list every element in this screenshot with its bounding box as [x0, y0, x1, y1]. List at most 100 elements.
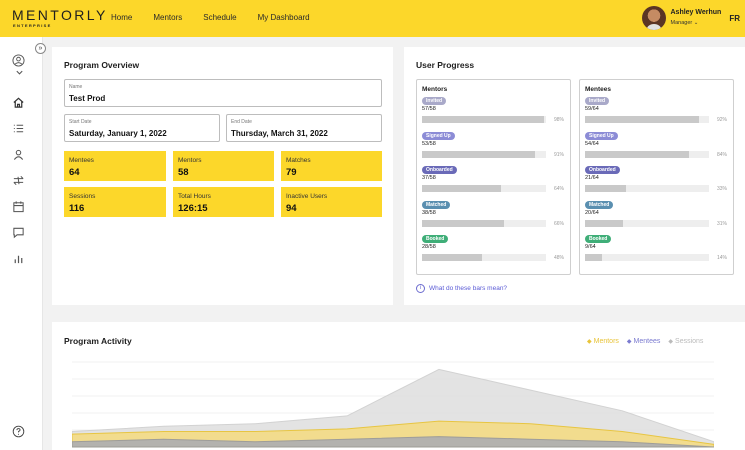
home-icon[interactable]: [12, 96, 25, 109]
program-overview-card: Program Overview Name Test Prod Start Da…: [52, 47, 393, 305]
progress-percent: 92%: [716, 117, 727, 123]
mentees-progress-box: Mentees Invited 59/64 92% Signed Up 54/64 84%…: [579, 79, 734, 275]
progress-bar: [422, 185, 546, 192]
progress-bar: [585, 116, 709, 123]
progress-bar: [422, 219, 546, 227]
avatar[interactable]: [641, 6, 666, 30]
status-badge: Booked: [585, 235, 612, 243]
nav-mentors[interactable]: Mentors: [153, 13, 182, 22]
status-badge: Matched: [422, 200, 451, 209]
progress-percent: 91%: [553, 151, 564, 158]
bar-chart-icon[interactable]: [12, 252, 25, 265]
progress-percent: 33%: [716, 186, 727, 192]
person-icon[interactable]: [12, 148, 25, 161]
legend-mentees[interactable]: Mentees: [634, 338, 661, 345]
brand-tagline: ENTERPRISE: [13, 23, 52, 28]
field-label: End Date: [231, 119, 252, 125]
progress-bar: [585, 219, 709, 227]
field-value: Test Prod: [69, 94, 106, 103]
progress-percent: 31%: [716, 220, 727, 227]
stat-value: 126:15: [178, 203, 208, 214]
stat-inactive-users: Inactive Users 94: [281, 187, 382, 217]
progress-ratio: 28/58: [422, 244, 436, 250]
field-value: Thursday, March 31, 2022: [231, 129, 328, 138]
chat-icon[interactable]: [12, 226, 25, 239]
sidebar: »: [0, 37, 46, 450]
program-name-field[interactable]: Name Test Prod: [64, 79, 382, 107]
status-badge: Invited: [422, 97, 447, 105]
field-value: Saturday, January 1, 2022: [69, 129, 167, 138]
stat-label: Mentees: [69, 157, 94, 164]
user-circle-icon[interactable]: [12, 54, 25, 67]
stat-label: Inactive Users: [286, 193, 328, 200]
user-progress-title: User Progress: [416, 60, 475, 70]
progress-bar-fill: [422, 116, 544, 123]
mentors-progress-title: Mentors: [422, 86, 448, 93]
progress-percent: 84%: [716, 151, 727, 158]
end-date-field[interactable]: End Date Thursday, March 31, 2022: [226, 114, 382, 142]
status-badge: Signed Up: [422, 131, 455, 140]
status-badge: Invited: [585, 97, 610, 105]
progress-bar-fill: [585, 185, 626, 192]
calendar-icon[interactable]: [12, 200, 25, 213]
progress-bar-fill: [585, 150, 690, 158]
mentees-progress-title: Mentees: [585, 86, 612, 93]
start-date-field[interactable]: Start Date Saturday, January 1, 2022: [64, 114, 220, 142]
progress-bar-fill: [585, 219, 624, 227]
bars-help-link[interactable]: i What do these bars mean?: [416, 284, 507, 293]
progress-bar-fill: [585, 254, 603, 261]
nav-home[interactable]: Home: [111, 13, 132, 22]
progress-ratio: 54/64: [585, 140, 599, 147]
swap-icon[interactable]: [12, 174, 25, 187]
help-circle-icon[interactable]: [12, 425, 25, 438]
nav-schedule[interactable]: Schedule: [203, 13, 236, 22]
progress-ratio: 57/58: [422, 106, 436, 112]
progress-bar-fill: [422, 254, 482, 261]
stat-sessions: Sessions 116: [64, 187, 166, 217]
stat-value: 58: [178, 167, 189, 178]
nav-my-dashboard[interactable]: My Dashboard: [258, 13, 310, 22]
mentors-progress-box: Mentors Invited 57/58 98% Signed Up 53/58 91%…: [416, 79, 571, 275]
progress-percent: 66%: [553, 220, 564, 227]
user-menu[interactable]: Ashley Werhun Manager ⌄ FR: [641, 5, 745, 31]
brand-logo[interactable]: MENTORLY ENTERPRISE: [12, 8, 108, 28]
progress-bar-fill: [422, 219, 504, 227]
double-chevron-right-icon[interactable]: »: [35, 43, 46, 54]
stat-label: Mentors: [178, 157, 202, 164]
program-activity-chart: [72, 361, 714, 448]
bars-help-text: What do these bars mean?: [429, 285, 508, 292]
legend-sessions[interactable]: Sessions: [675, 338, 703, 345]
field-label: Name: [69, 84, 83, 90]
language-toggle[interactable]: FR: [729, 14, 740, 23]
list-icon[interactable]: [12, 122, 25, 135]
stat-value: 79: [286, 167, 297, 178]
info-icon: i: [416, 284, 425, 293]
status-badge: Onboarded: [422, 166, 457, 174]
legend-mentors[interactable]: Mentors: [594, 338, 619, 345]
progress-bar: [422, 254, 546, 261]
stat-label: Sessions: [69, 193, 96, 200]
stat-mentees: Mentees 64: [64, 151, 166, 181]
user-info[interactable]: Ashley Werhun Manager ⌄: [671, 8, 722, 28]
stat-label: Total Hours: [178, 193, 211, 200]
progress-ratio: 59/64: [585, 106, 599, 112]
progress-percent: 14%: [716, 255, 727, 261]
chart-legend: ◆ Mentors ◆ Mentees ◆ Sessions: [587, 338, 703, 345]
progress-ratio: 21/64: [585, 175, 599, 181]
progress-ratio: 37/58: [422, 175, 436, 181]
progress-bar-fill: [422, 150, 535, 158]
user-name: Ashley Werhun: [670, 9, 722, 16]
progress-bar: [422, 150, 546, 158]
program-overview-title: Program Overview: [64, 60, 140, 70]
main-nav: Home Mentors Schedule My Dashboard: [111, 13, 331, 22]
stat-total-hours: Total Hours 126:15: [173, 187, 274, 217]
progress-percent: 98%: [553, 117, 564, 123]
chevron-down-icon[interactable]: [15, 68, 24, 77]
mentors-legend-icon: ◆: [587, 339, 592, 345]
status-badge: Booked: [422, 235, 449, 243]
stat-matches: Matches 79: [281, 151, 382, 181]
progress-ratio: 9/64: [585, 244, 596, 250]
progress-bar: [585, 254, 709, 261]
user-role-dropdown[interactable]: Manager ⌄: [671, 18, 722, 28]
status-badge: Signed Up: [585, 131, 618, 140]
